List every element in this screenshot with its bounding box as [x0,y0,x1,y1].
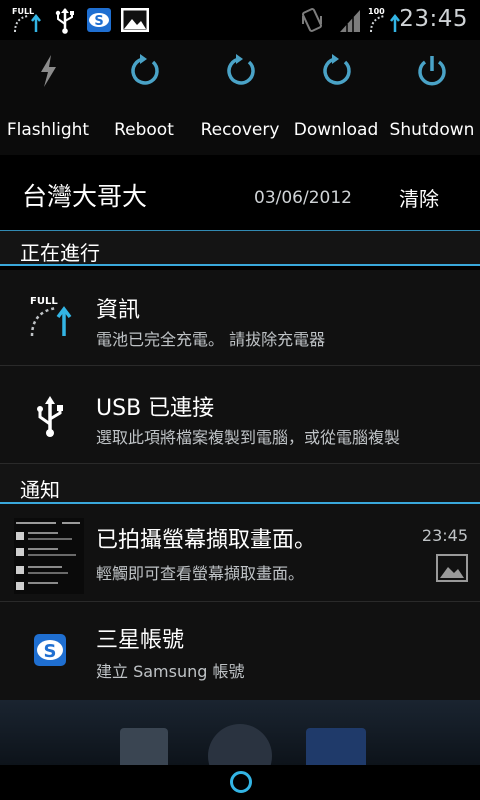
status-clock: 23:45 [399,6,468,32]
reboot-icon [131,54,159,85]
drag-handle[interactable] [0,765,480,800]
notification-screenshot[interactable]: 已拍攝螢幕擷取畫面。 23:45 輕觸即可查看螢幕擷取畫面。 [0,504,480,602]
toggle-label: Reboot [114,120,174,140]
section-header-notifications: 通知 [0,464,480,504]
toggle-reboot[interactable]: Reboot [96,40,192,155]
app-drawer-icon [208,724,272,765]
recovery-icon [227,54,255,85]
usb-icon [55,8,74,34]
power-icon [418,56,446,86]
notification-text: 建立 Samsung 帳號 [96,662,245,681]
flash-icon [41,55,56,87]
notification-time: 23:45 [421,526,468,545]
toggle-label: Download [293,120,379,140]
svg-text:FULL: FULL [12,7,34,16]
notification-title: USB 已連接 [96,396,215,421]
samsung-account-icon: S [34,634,66,666]
divider [0,230,480,231]
notification-text: 選取此項將檔案複製到電腦，或從電腦複製 [96,428,401,447]
carrier-row: 台灣大哥大 03/06/2012 清除 [0,155,480,230]
gallery-icon [121,8,149,32]
toggle-flashlight[interactable]: Flashlight [0,40,96,155]
svg-text:S: S [94,14,103,29]
notification-title: 資訊 [96,298,141,323]
divider [0,264,480,266]
app-icon [120,728,168,765]
notification-title: 已拍攝螢幕擷取畫面。 [96,528,317,553]
section-title: 正在進行 [20,241,100,265]
battery-full-icon: FULL [30,296,72,337]
notification-title: 三星帳號 [96,628,185,653]
toggle-label: Shutdown [389,120,475,140]
samsung-account-icon: S [87,8,111,32]
signal-icon [340,10,360,32]
svg-text:100: 100 [368,7,385,16]
screenshot-thumbnail [14,518,84,594]
toggle-shutdown[interactable]: Shutdown [384,40,480,155]
section-title: 通知 [20,478,60,502]
notification-text: 電池已完全充電。 請拔除充電器 [96,330,326,349]
toggle-label: Flashlight [6,120,90,140]
clear-button[interactable]: 清除 [392,183,446,215]
carrier-name: 台灣大哥大 [22,182,148,211]
homescreen-background [0,700,480,765]
notification-samsung-account[interactable]: S 三星帳號 建立 Samsung 帳號 [0,602,480,700]
toggle-download[interactable]: Download [288,40,384,155]
app-icon [306,728,366,765]
date-label: 03/06/2012 [254,188,352,208]
svg-text:S: S [44,641,57,662]
vibrate-icon [301,8,323,32]
gallery-icon [436,554,468,582]
notification-text: 輕觸即可查看螢幕擷取畫面。 [96,564,305,583]
svg-text:FULL: FULL [30,296,58,307]
usb-icon [37,396,63,437]
notification-battery[interactable]: FULL 資訊 電池已完全充電。 請拔除充電器 [0,270,480,366]
handle-ring-icon [230,771,252,793]
toggle-recovery[interactable]: Recovery [192,40,288,155]
toggle-label: Recovery [200,120,280,140]
download-icon [323,54,351,85]
notification-usb[interactable]: USB 已連接 選取此項將檔案複製到電腦，或從電腦複製 [0,366,480,464]
section-header-ongoing: 正在進行 [0,230,480,266]
status-bar: FULL S 100 23:45 [0,0,480,40]
battery-full-icon: FULL [12,7,41,33]
quick-toggles: Flashlight Reboot Recovery Download Shut… [0,40,480,155]
